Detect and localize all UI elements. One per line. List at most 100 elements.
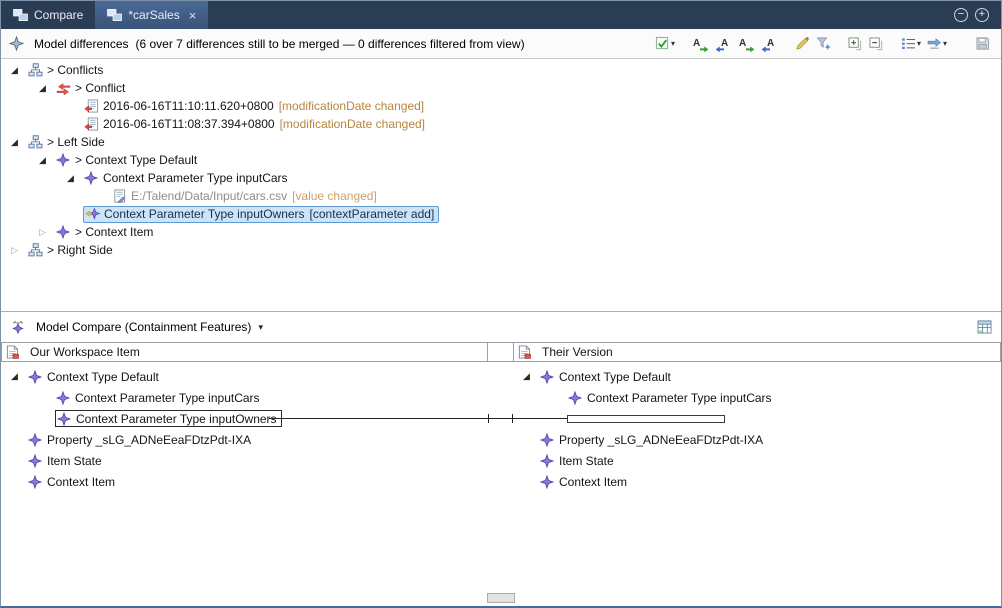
edit-merge-button[interactable] <box>793 35 812 52</box>
filters-menu-button[interactable]: ▾ <box>925 36 949 51</box>
expand-arrow-icon[interactable]: ▷ <box>9 245 27 256</box>
tree-item-label: > Right Side <box>47 243 113 257</box>
svg-text:A: A <box>721 38 728 49</box>
tree-item: > Left Side <box>27 134 109 151</box>
diamond-icon <box>568 391 587 405</box>
collapse-all-icon <box>869 37 884 51</box>
conflict-icon <box>56 82 75 95</box>
merged-differences-filter-icon <box>655 36 670 51</box>
tree-row[interactable]: ◢> Left Side <box>1 133 1001 151</box>
boxed-tree-item: Context Parameter Type inputOwners <box>55 410 282 427</box>
tree-row[interactable]: Context Item <box>513 471 1001 492</box>
tree-item-label: Context Type Default <box>559 370 671 384</box>
collapse-arrow-icon[interactable]: ◢ <box>65 173 83 184</box>
collapse-arrow-icon[interactable]: ◢ <box>9 65 27 76</box>
tree-item: Context Item <box>539 473 631 490</box>
tree-item-label: > Conflict <box>75 81 125 95</box>
model-compare-icon <box>10 320 29 335</box>
their-version-header: Their Version <box>513 342 1001 362</box>
tree-item-label: > Conflicts <box>47 63 103 77</box>
close-tab-icon[interactable]: × <box>189 9 197 22</box>
tab-carsales[interactable]: *carSales× <box>95 1 208 29</box>
groups-menu-button[interactable]: ▾ <box>899 36 923 51</box>
tree-row[interactable]: ◢> Context Type Default <box>1 151 1001 169</box>
table-view-icon[interactable] <box>977 320 992 334</box>
tree-row[interactable]: 2016-06-16T11:10:11.620+0800[modificatio… <box>1 97 1001 115</box>
tree-row[interactable]: ◢Context Type Default <box>1 366 488 387</box>
tree-item: Context Parameter Type inputCars <box>567 389 776 406</box>
expand-arrow-icon[interactable]: ▷ <box>37 227 55 238</box>
filters-button[interactable] <box>814 35 833 52</box>
tree-row[interactable]: Property _sLG_ADNeEeaFDtzPdt-IXA <box>513 429 1001 450</box>
group-icon <box>28 243 47 257</box>
tree-row[interactable] <box>513 408 1001 429</box>
diamond-icon <box>540 475 559 489</box>
tree-item: Item State <box>539 452 618 469</box>
diamond-icon <box>28 433 47 447</box>
compare-column-headers: Our Workspace Item Their Version <box>1 342 1001 362</box>
collapse-arrow-icon[interactable]: ◢ <box>37 155 55 166</box>
model-compare-header: Model Compare (Containment Features) ▾ <box>1 312 1001 342</box>
tree-item: > Context Item <box>55 224 157 241</box>
compare-editor-window: Compare*carSales× − + Model differences … <box>0 0 1002 608</box>
dropdown-caret-icon: ▾ <box>917 39 921 48</box>
tree-item: Context Parameter Type inputCars <box>55 389 264 406</box>
tree-row[interactable]: ▷ > Context Item <box>1 223 1001 241</box>
tree-row[interactable]: ◢ > Conflicts <box>1 61 1001 79</box>
diamond-icon <box>540 370 559 384</box>
collapse-arrow-icon[interactable]: ◢ <box>9 371 27 382</box>
tree-row[interactable]: Property _sLG_ADNeEeaFDtzPdt-IXA <box>1 429 488 450</box>
compare-footer <box>1 592 1001 606</box>
minimize-button[interactable]: − <box>954 8 968 22</box>
change-annotation: [modificationDate changed] <box>280 117 425 131</box>
diamond-icon <box>28 475 47 489</box>
tree-item-label: > Context Item <box>75 225 153 239</box>
compare-gutter <box>488 366 513 592</box>
tab-compare[interactable]: Compare <box>1 1 95 29</box>
their-version-tree: ◢ Context Type Default Context Parameter T… <box>513 366 1001 592</box>
collapse-arrow-icon[interactable]: ◢ <box>37 83 55 94</box>
collapse-all-button[interactable] <box>867 36 886 52</box>
copy-current-right-to-left-button[interactable]: A <box>759 35 780 53</box>
copy-current-left-to-right-button[interactable]: A <box>736 35 757 53</box>
save-button[interactable] <box>973 35 992 52</box>
tree-row[interactable]: Context Item <box>1 471 488 492</box>
compare-view-dropdown-icon[interactable]: ▾ <box>258 322 263 333</box>
copy-all-left-to-right-button[interactable]: A <box>690 35 711 53</box>
diamond-icon <box>57 412 76 426</box>
copy-all-right-to-left-icon: A <box>715 36 732 52</box>
tree-row[interactable]: Context Parameter Type inputCars <box>513 387 1001 408</box>
insertion-placeholder <box>567 415 725 423</box>
svg-text:A: A <box>693 38 700 49</box>
tree-row[interactable]: ◢ Context Type Default <box>513 366 1001 387</box>
tree-row[interactable]: ◢ > Conflict <box>1 79 1001 97</box>
date-change-icon <box>84 117 103 131</box>
change-annotation: [modificationDate changed] <box>279 99 424 113</box>
selected-tree-item: Context Parameter Type inputOwners[conte… <box>83 206 439 223</box>
diamond-icon <box>540 454 559 468</box>
tree-row[interactable]: Context Parameter Type inputOwners[conte… <box>1 205 1001 223</box>
model-compare-panel: Model Compare (Containment Features) ▾ O… <box>1 311 1001 606</box>
tree-row[interactable]: E:/Talend/Data/Input/cars.csv[value chan… <box>1 187 1001 205</box>
tree-item: Context Parameter Type inputCars <box>83 170 292 187</box>
our-workspace-tree: ◢Context Type Default Context Parameter T… <box>1 366 488 592</box>
tree-row[interactable]: Context Parameter Type inputCars <box>1 387 488 408</box>
merged-differences-filter-button[interactable]: ▾ <box>653 35 677 52</box>
tree-item-label: Context Parameter Type inputCars <box>75 391 260 405</box>
tree-row[interactable]: ◢ Context Parameter Type inputCars <box>1 169 1001 187</box>
expand-all-icon <box>848 37 863 51</box>
diamond-icon <box>540 433 559 447</box>
tree-item-label: Context Parameter Type inputCars <box>103 171 288 185</box>
tree-row[interactable]: ▷ > Right Side <box>1 241 1001 259</box>
value-change-icon <box>112 189 131 203</box>
collapse-arrow-icon[interactable]: ◢ <box>9 137 27 148</box>
maximize-button[interactable]: + <box>975 8 989 22</box>
expand-all-button[interactable] <box>846 36 865 52</box>
tree-row[interactable]: Item State <box>513 450 1001 471</box>
horizontal-scrollbar[interactable] <box>487 593 515 603</box>
collapse-arrow-icon[interactable]: ◢ <box>521 371 539 382</box>
copy-all-right-to-left-button[interactable]: A <box>713 35 734 53</box>
group-icon <box>28 135 47 149</box>
tree-row[interactable]: 2016-06-16T11:08:37.394+0800[modificatio… <box>1 115 1001 133</box>
tree-row[interactable]: Item State <box>1 450 488 471</box>
